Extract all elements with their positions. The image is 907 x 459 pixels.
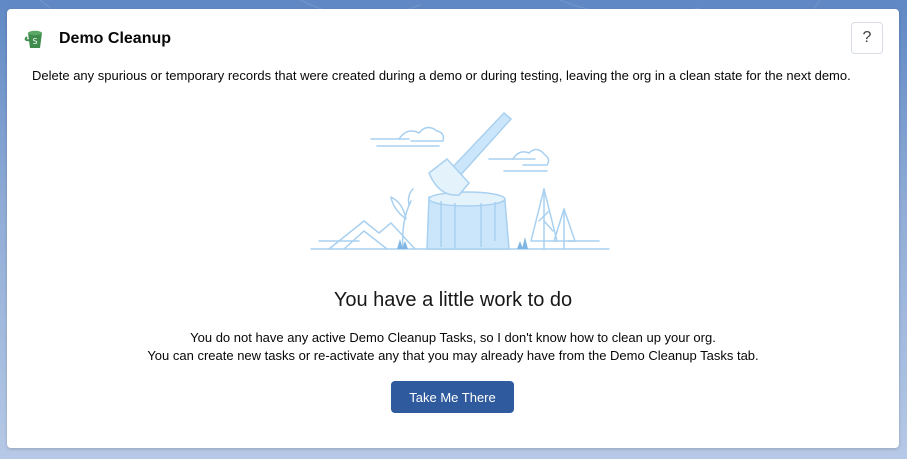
empty-state-heading: You have a little work to do [333,289,573,311]
demo-cleanup-card: S Demo Cleanup ? Delete any spurious or … [7,9,899,448]
bucket-icon: S [24,28,46,50]
card-header: S Demo Cleanup [24,26,171,52]
axe-in-stump-illustration [310,111,610,250]
empty-state-message-line2: You can create new tasks or re-activate … [147,348,759,363]
svg-text:S: S [32,37,37,46]
description-text: Delete any spurious or temporary records… [32,68,851,83]
take-me-there-button[interactable]: Take Me There [391,381,514,413]
help-button[interactable]: ? [851,22,883,54]
page-title: Demo Cleanup [59,30,172,47]
empty-state-message-line1: You do not have any active Demo Cleanup … [190,330,716,345]
